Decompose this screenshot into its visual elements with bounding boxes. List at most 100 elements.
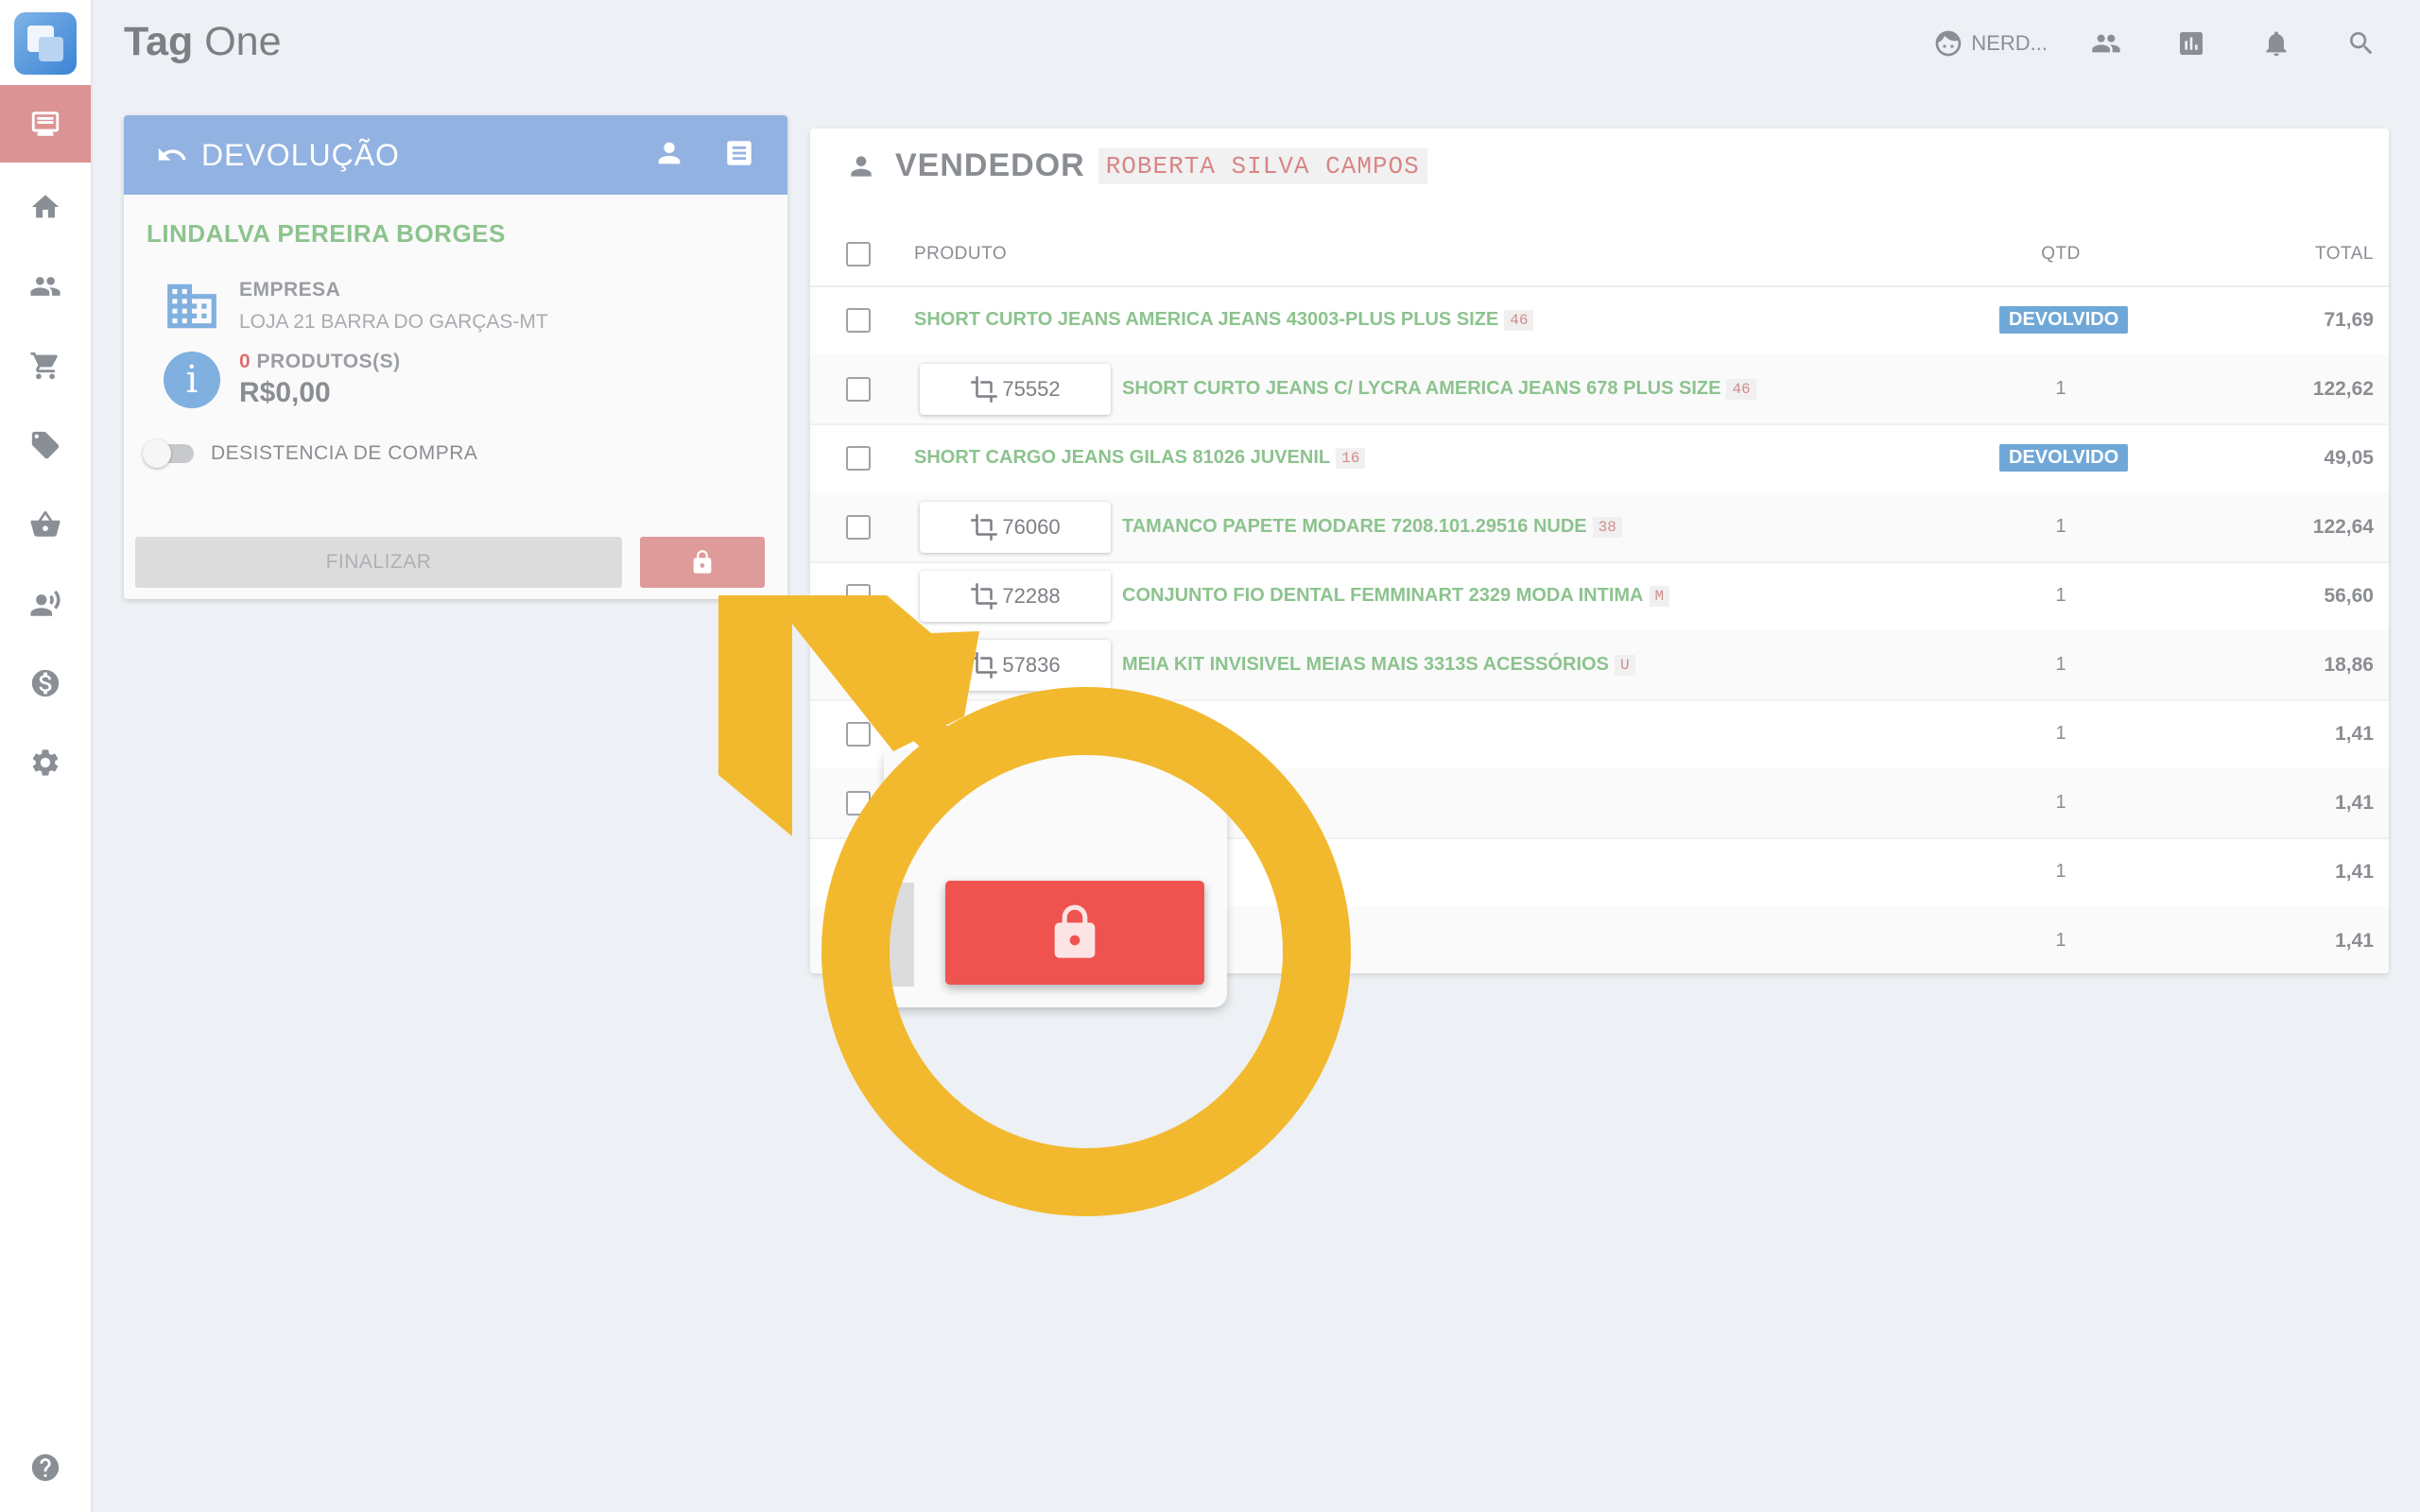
product-size: 46 <box>1726 378 1756 400</box>
row-checkbox[interactable] <box>846 583 871 609</box>
table-row[interactable]: 75552 SHORT CURTO JEANS C/ LYCRA AMERICA … <box>810 354 2389 425</box>
select-all-checkbox[interactable] <box>846 242 871 266</box>
product-name: CONJUNTO FIO DENTAL FEMMINART 2329 MODA … <box>1122 585 1644 606</box>
item-code-button[interactable]: 57836 <box>920 639 1111 691</box>
product-qty: 1 <box>2055 516 2066 537</box>
product-name: SHORT CURTO JEANS AMERICA JEANS 43003-PL… <box>914 309 1499 330</box>
company-label: EMPRESA <box>239 279 341 301</box>
pos-icon <box>31 112 60 136</box>
product-total: 1,41 <box>2335 722 2374 745</box>
item-code: 72288 <box>1002 583 1061 608</box>
product-total: 18,86 <box>2324 653 2374 676</box>
lock-icon <box>693 550 712 574</box>
lock-button[interactable] <box>640 537 765 588</box>
receipt-button[interactable] <box>723 137 755 174</box>
table-row[interactable]: SHORT CURTO JEANS AMERICA JEANS 43003-PL… <box>810 285 2389 356</box>
product-total: 1,41 <box>2335 791 2374 814</box>
return-panel-header: DEVOLUÇÃO <box>124 115 787 195</box>
speaker-person-icon <box>30 590 60 616</box>
help-icon <box>31 1453 60 1482</box>
sidebar-item-finance[interactable] <box>0 644 91 722</box>
row-checkbox[interactable] <box>846 721 871 747</box>
app-logo[interactable] <box>14 12 77 75</box>
home-icon <box>31 195 60 218</box>
sidebar-item-basket[interactable] <box>0 486 91 563</box>
highlight-ring <box>821 687 1351 1216</box>
status-badge: DEVOLVIDO <box>1999 444 2129 472</box>
product-size: 46 <box>1504 309 1534 331</box>
user-face-icon <box>1935 30 1962 57</box>
product-name: SHORT CARGO JEANS GILAS 81026 JUVENIL <box>914 447 1331 468</box>
dollar-icon <box>31 669 60 697</box>
column-qty: QTD <box>2041 244 2081 264</box>
product-total: 56,60 <box>2324 584 2374 607</box>
reports-button[interactable] <box>2165 19 2218 68</box>
return-total: R$0,00 <box>239 377 331 408</box>
product-qty: 1 <box>2055 861 2066 882</box>
crop-icon <box>971 582 998 610</box>
finalize-button[interactable]: FINALIZAR <box>135 537 622 588</box>
return-panel: DEVOLUÇÃO LINDALVA PEREIRA BORGES EMPRES… <box>124 115 787 599</box>
undo-icon <box>158 147 186 161</box>
row-checkbox[interactable] <box>846 376 871 402</box>
product-name: MEIA KIT INVISIVEL MEIAS MAIS 3313S ACES… <box>1122 654 1609 675</box>
customer-name: LINDALVA PEREIRA BORGES <box>147 219 506 248</box>
sidebar-item-cart[interactable] <box>0 327 91 404</box>
chart-icon <box>2180 32 2203 55</box>
product-size: U <box>1614 654 1635 676</box>
item-code: 76060 <box>1002 514 1061 539</box>
sidebar-item-voice[interactable] <box>0 565 91 643</box>
user-menu[interactable]: NERD... <box>1933 28 2048 59</box>
product-qty: 1 <box>2055 585 2066 606</box>
document-icon <box>727 140 752 165</box>
product-total: 1,41 <box>2335 860 2374 883</box>
row-checkbox[interactable] <box>846 445 871 471</box>
row-checkbox[interactable] <box>846 514 871 540</box>
item-code-button[interactable]: 72288 <box>920 570 1111 622</box>
users-button[interactable] <box>2080 19 2133 68</box>
people-icon <box>2092 34 2120 53</box>
cart-icon <box>30 352 58 380</box>
product-total: 122,64 <box>2312 515 2374 538</box>
row-checkbox[interactable] <box>846 307 871 333</box>
user-name: NERD... <box>1971 31 2048 55</box>
table-row[interactable]: 72288 CONJUNTO FIO DENTAL FEMMINART 2329 … <box>810 561 2389 632</box>
product-name: TAMANCO PAPETE MODARE 7208.101.29516 NUD… <box>1122 516 1587 537</box>
person-icon <box>658 142 681 163</box>
status-badge: DEVOLVIDO <box>1999 306 2129 334</box>
item-code-button[interactable]: 75552 <box>920 363 1111 415</box>
table-header: PRODUTO QTD TOTAL <box>810 223 2389 287</box>
row-checkbox[interactable] <box>846 652 871 678</box>
search-button[interactable] <box>2335 19 2388 68</box>
crop-icon <box>971 651 998 679</box>
app-title: Tag One <box>124 19 282 64</box>
header-toolbar: NERD... <box>1933 19 2420 68</box>
sidebar-item-clients[interactable] <box>0 248 91 325</box>
product-size: M <box>1649 585 1670 607</box>
product-qty: 1 <box>2055 723 2066 744</box>
customer-button[interactable] <box>653 137 685 174</box>
sidebar-item-help[interactable] <box>0 1429 91 1506</box>
vendor-label: VENDEDOR <box>895 147 1085 183</box>
crop-icon <box>971 375 998 403</box>
sidebar-item-tags[interactable] <box>0 406 91 484</box>
table-row[interactable]: SHORT CARGO JEANS GILAS 81026 JUVENIL 16 D… <box>810 423 2389 494</box>
sidebar-item-settings[interactable] <box>0 724 91 801</box>
tag-icon <box>31 431 60 459</box>
product-qty: 1 <box>2055 378 2066 399</box>
notifications-button[interactable] <box>2250 19 2303 68</box>
withdrawal-toggle[interactable] <box>143 439 194 468</box>
sidebar-item-pdv[interactable] <box>0 85 91 163</box>
product-total: 122,62 <box>2312 377 2374 400</box>
table-row[interactable]: 76060 TAMANCO PAPETE MODARE 7208.101.2951… <box>810 492 2389 563</box>
product-qty: 1 <box>2055 654 2066 675</box>
item-code-button[interactable]: 76060 <box>920 501 1111 553</box>
gear-icon <box>32 749 59 776</box>
sidebar <box>0 0 93 1512</box>
sidebar-item-home[interactable] <box>0 168 91 246</box>
person-icon <box>851 155 872 177</box>
company-value: LOJA 21 BARRA DO GARÇAS-MT <box>239 311 548 333</box>
column-product: PRODUTO <box>914 244 1008 264</box>
company-info: EMPRESA LOJA 21 BARRA DO GARÇAS-MT <box>162 276 548 336</box>
products-summary: 0 PRODUTOS(S) <box>239 351 401 372</box>
